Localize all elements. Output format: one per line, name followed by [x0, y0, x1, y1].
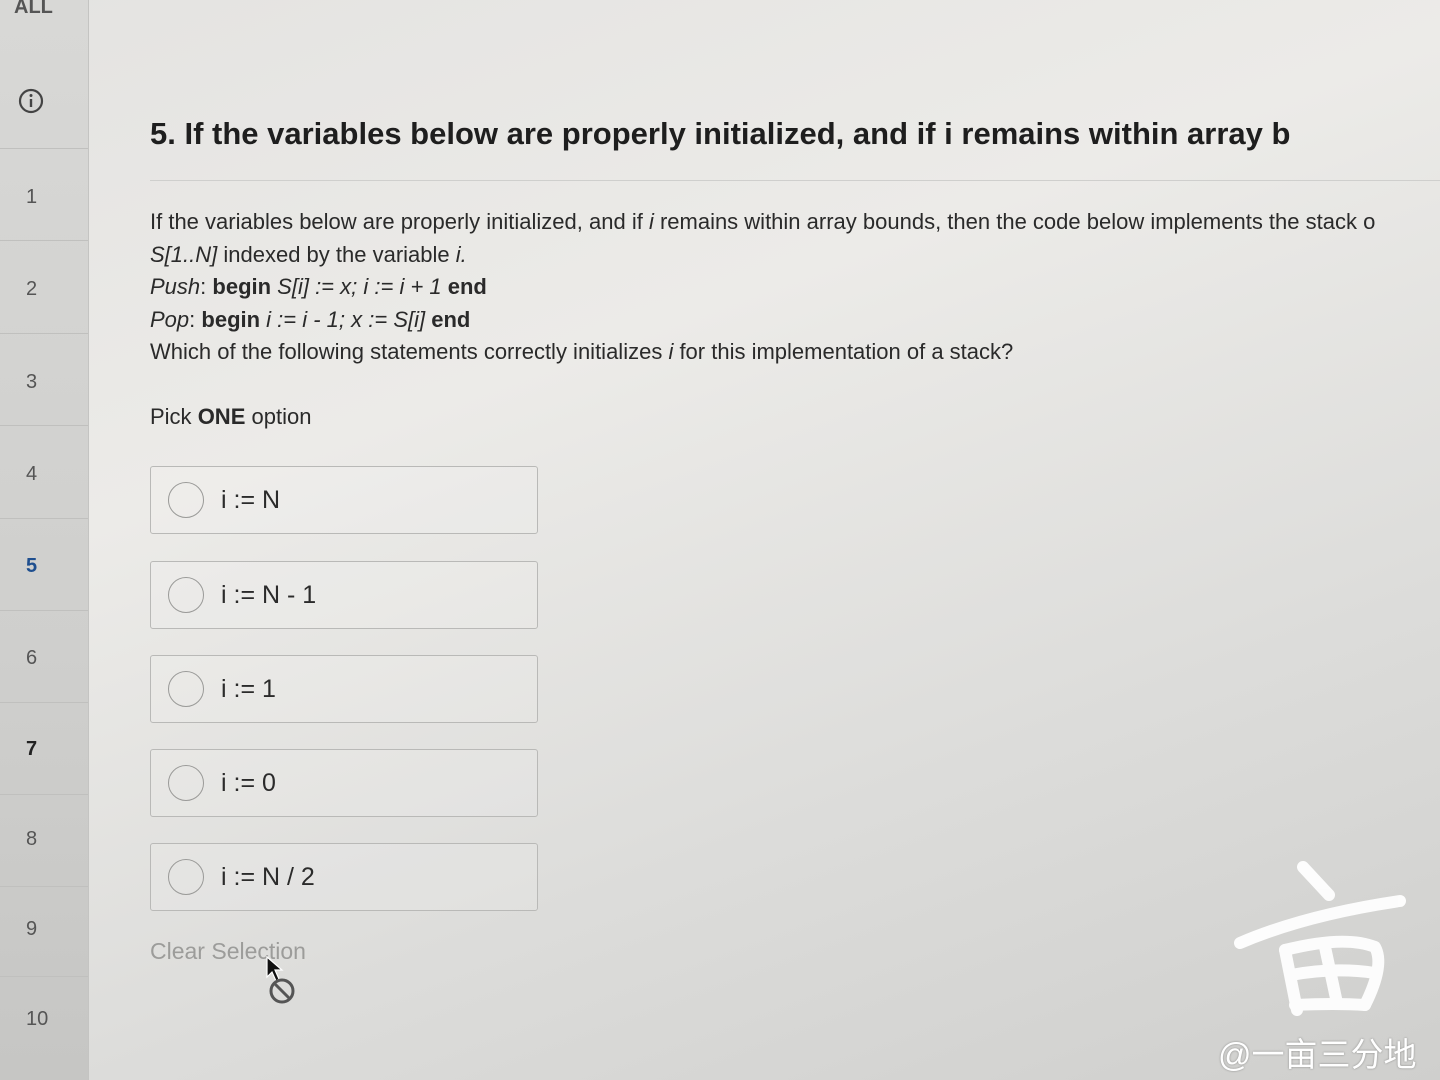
sidebar-item-label: 6	[26, 647, 38, 669]
title-divider	[150, 180, 1440, 181]
push-label: Push	[150, 274, 201, 299]
answer-option-3[interactable]: i := 1	[150, 655, 538, 723]
option-label: i := 1	[221, 675, 276, 703]
sidebar-item-question-7[interactable]: 7	[0, 738, 88, 760]
radio-button[interactable]	[168, 577, 204, 613]
pop-code-line: Pop: begin i := i - 1; x := S[i] end	[150, 304, 1440, 337]
info-icon[interactable]	[18, 88, 44, 114]
all-questions-link[interactable]: ALL	[14, 0, 53, 19]
pop-code: i := i - 1; x := S[i]	[260, 306, 432, 332]
sidebar-item-label: 9	[26, 918, 38, 940]
sidebar-item-label: 7	[26, 738, 38, 760]
body-text: indexed by the variable	[217, 241, 456, 267]
sidebar-item-label: 2	[26, 278, 38, 300]
answer-option-5[interactable]: i := N / 2	[150, 843, 538, 911]
option-label: i := N / 2	[221, 863, 315, 891]
code-punctuation: :	[189, 306, 202, 332]
radio-button[interactable]	[168, 482, 204, 518]
sidebar-divider	[0, 886, 88, 887]
sidebar-item-question-1[interactable]: 1	[0, 186, 88, 208]
body-text: for this implementation of a stack?	[673, 339, 1014, 364]
sidebar-item-question-4[interactable]: 4	[0, 463, 88, 485]
sidebar-divider	[0, 240, 88, 241]
question-body: If the variables below are properly init…	[150, 206, 1440, 369]
option-label: i := N	[221, 486, 281, 514]
answer-option-2[interactable]: i := N - 1	[150, 561, 538, 629]
sidebar-item-question-5[interactable]: 5	[0, 555, 88, 577]
push-code: S[i] := x; i := i + 1	[271, 274, 448, 299]
question-line-2: S[1..N] indexed by the variable i.	[150, 239, 1440, 272]
sidebar-divider	[0, 610, 88, 611]
question-sidebar: ALL 1 2 3 4 5 6 7 8 9 10	[0, 0, 89, 1080]
body-text: remains within array bounds, then the co…	[653, 209, 1376, 234]
sidebar-item-question-6[interactable]: 6	[0, 647, 88, 669]
body-text: If the variables below are properly init…	[150, 209, 649, 234]
sidebar-item-label: 3	[26, 371, 38, 393]
question-title: 5. If the variables below are properly i…	[150, 116, 1291, 151]
radio-button[interactable]	[168, 765, 204, 801]
radio-button[interactable]	[168, 859, 204, 895]
sidebar-item-label: 5	[26, 555, 38, 577]
sidebar-divider	[0, 425, 88, 426]
sidebar-divider	[0, 976, 88, 977]
sidebar-divider	[0, 794, 88, 795]
sidebar-item-label: 4	[26, 463, 38, 485]
variable-text: i.	[455, 241, 467, 267]
push-code-line: Push: begin S[i] := x; i := i + 1 end	[150, 271, 1440, 304]
sidebar-divider	[0, 333, 88, 334]
option-label: i := N - 1	[221, 581, 317, 609]
body-text: Which of the following statements correc…	[150, 339, 669, 364]
option-label: i := 0	[221, 769, 276, 797]
sidebar-divider	[0, 148, 88, 149]
sidebar-item-question-3[interactable]: 3	[0, 371, 88, 393]
sidebar-divider	[0, 702, 88, 703]
keyword-end: end	[431, 306, 471, 332]
sidebar-item-label: 1	[26, 186, 38, 208]
keyword-end: end	[447, 274, 487, 299]
sidebar-item-label: 8	[26, 828, 38, 850]
question-prompt: Which of the following statements correc…	[150, 336, 1440, 369]
sidebar-item-question-2[interactable]: 2	[0, 278, 88, 300]
sidebar-divider	[0, 518, 88, 519]
array-signature: S[1..N]	[150, 241, 218, 267]
pick-text: option	[245, 404, 312, 429]
not-allowed-cursor-icon	[266, 955, 295, 1004]
watermark-logo	[1234, 861, 1406, 1016]
pick-text: Pick	[150, 404, 198, 429]
radio-button[interactable]	[168, 671, 204, 707]
keyword-begin: begin	[212, 274, 272, 299]
answer-option-4[interactable]: i := 0	[150, 749, 538, 817]
pick-count: ONE	[197, 404, 246, 429]
question-line-1: If the variables below are properly init…	[150, 206, 1440, 239]
sidebar-item-question-8[interactable]: 8	[0, 828, 88, 850]
answer-option-1[interactable]: i := N	[150, 466, 538, 534]
code-punctuation: :	[200, 274, 213, 299]
sidebar-item-label: 10	[26, 1008, 49, 1030]
watermark-text: @一亩三分地	[1218, 1036, 1417, 1073]
sidebar-item-question-10[interactable]: 10	[0, 1008, 88, 1030]
keyword-begin: begin	[201, 306, 261, 332]
pop-label: Pop	[150, 306, 190, 332]
pick-instruction: Pick ONE option	[150, 404, 311, 430]
sidebar-item-question-9[interactable]: 9	[0, 918, 88, 940]
